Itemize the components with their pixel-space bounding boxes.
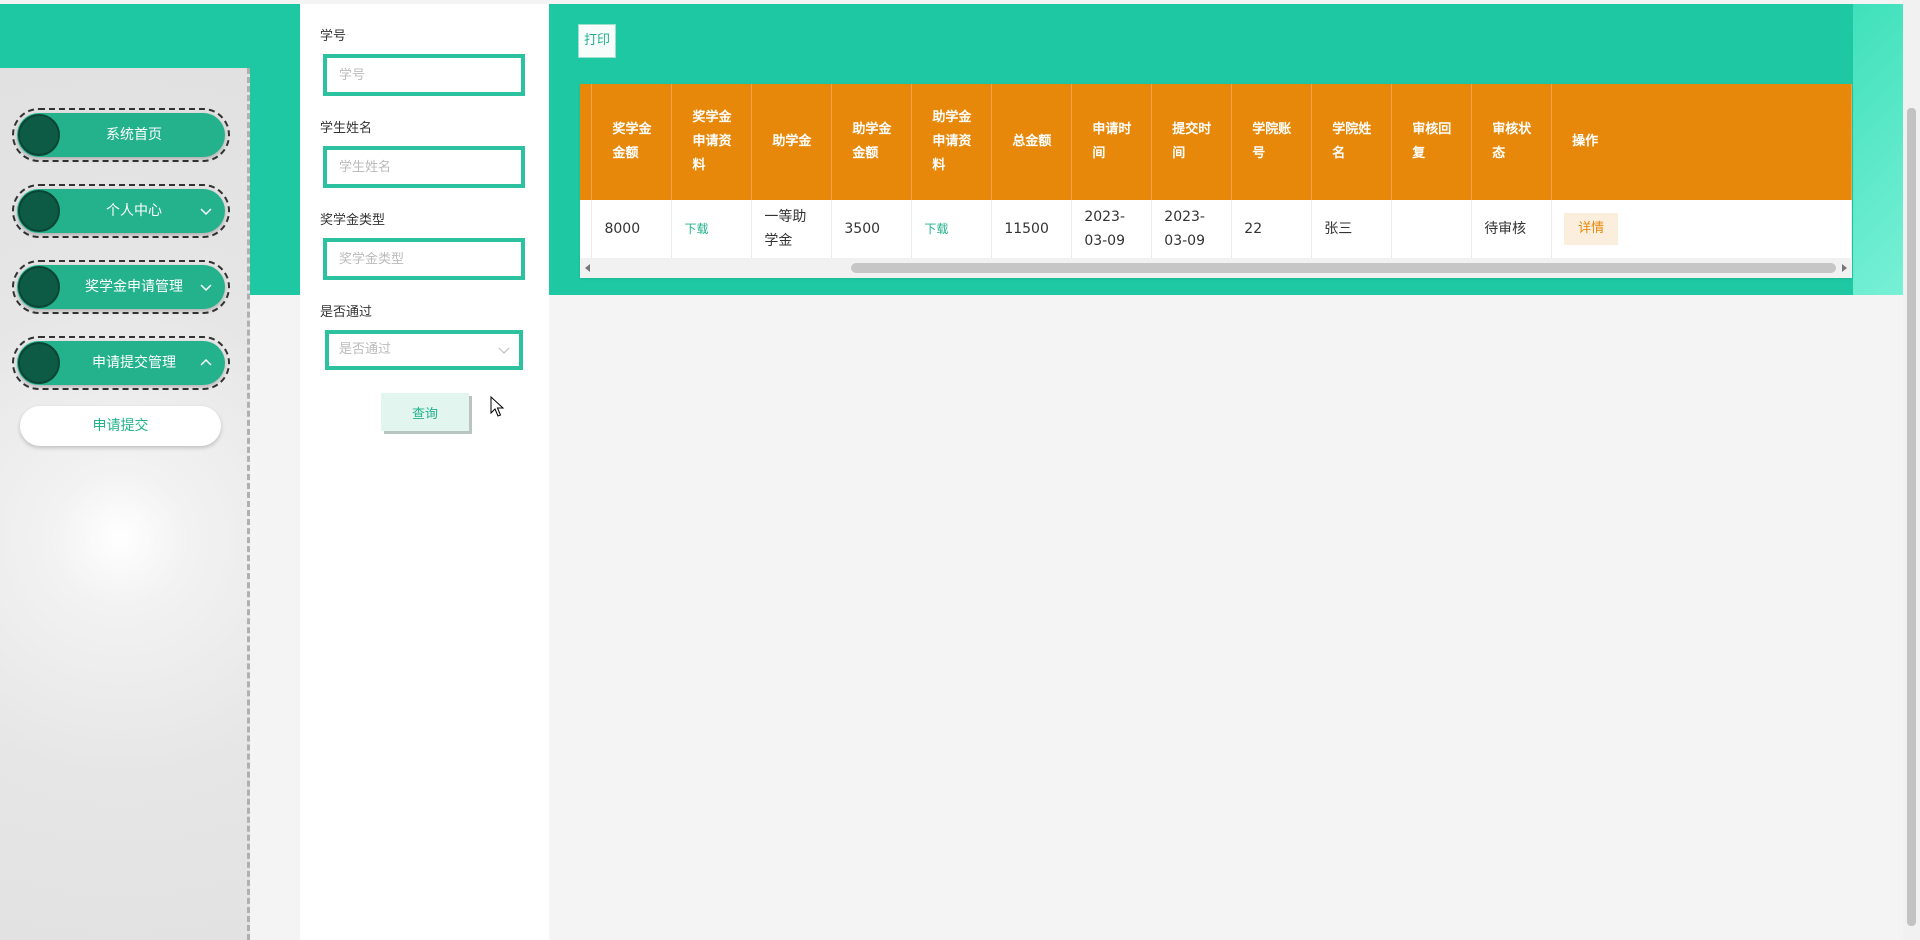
sidebar: 系统首页 个人中心 奖学金申请管理 申请提交管理 申请提交 — [0, 68, 250, 940]
sidebar-item-personal-center[interactable]: 个人中心 — [12, 184, 230, 238]
passed-select-placeholder: 是否通过 — [339, 342, 392, 357]
scroll-right-icon[interactable] — [1842, 264, 1847, 272]
header-submit-time: 提交时间 — [1151, 84, 1233, 200]
table-row: 8000 下载 一等助学金 3500 下载 11500 2023-03-09 2… — [580, 200, 1852, 259]
header-grant: 助学金 — [751, 84, 833, 200]
header-account: 学院账号 — [1231, 84, 1313, 200]
sidebar-item-home[interactable]: 系统首页 — [12, 108, 230, 162]
header-reply: 审核回复 — [1391, 84, 1473, 200]
cell-submit-time: 2023-03-09 — [1151, 200, 1233, 259]
table-header-row: 奖学金金额 奖学金申请资料 助学金 助学金金额 助学金申请资料 总金额 申请时间… — [580, 84, 1852, 200]
header-status: 审核状态 — [1471, 84, 1553, 200]
menu-dot-icon — [18, 190, 60, 232]
student-name-label: 学生姓名 — [320, 121, 373, 136]
query-button[interactable]: 查询 — [381, 393, 469, 431]
student-no-input[interactable] — [323, 54, 525, 96]
cell-scholarship-file: 下载 — [671, 200, 753, 259]
page-vertical-scrollbar[interactable] — [1903, 0, 1920, 940]
scrollbar-thumb[interactable] — [1907, 108, 1916, 926]
scrollbar-thumb[interactable] — [851, 263, 1836, 273]
header-total: 总金额 — [991, 84, 1073, 200]
passed-select[interactable]: 是否通过 — [325, 330, 523, 370]
chevron-down-icon — [200, 284, 212, 292]
header-grant-file: 助学金申请资料 — [911, 84, 993, 200]
cell-status: 待审核 — [1471, 200, 1553, 259]
header-name: 学院姓名 — [1311, 84, 1393, 200]
sidebar-item-label: 奖学金申请管理 — [85, 279, 183, 295]
header-grant-amount: 助学金金额 — [831, 84, 913, 200]
data-table: 奖学金金额 奖学金申请资料 助学金 助学金金额 助学金申请资料 总金额 申请时间… — [580, 84, 1852, 278]
header-scholarship-file: 奖学金申请资料 — [671, 84, 753, 200]
chevron-down-icon — [498, 347, 510, 354]
cell-spacer — [580, 200, 593, 259]
table-horizontal-scrollbar[interactable] — [580, 258, 1852, 278]
sidebar-item-scholarship-management[interactable]: 奖学金申请管理 — [12, 260, 230, 314]
cell-grant: 一等助学金 — [751, 200, 833, 259]
cell-name: 张三 — [1311, 200, 1393, 259]
cell-reply — [1391, 200, 1473, 259]
menu-dot-icon — [18, 266, 60, 308]
scroll-left-icon[interactable] — [585, 264, 590, 272]
chevron-down-icon — [200, 208, 212, 216]
sidebar-item-label: 申请提交管理 — [92, 355, 176, 371]
submenu-item-submit-application[interactable]: 申请提交 — [20, 406, 221, 446]
cell-total: 11500 — [991, 200, 1073, 259]
sidebar-item-submission-management[interactable]: 申请提交管理 — [12, 336, 230, 390]
grant-file-download-link[interactable]: 下载 — [924, 222, 948, 236]
scholarship-type-input[interactable] — [323, 238, 525, 280]
cell-scholarship-amount: 8000 — [591, 200, 673, 259]
print-button[interactable]: 打印 — [578, 24, 616, 58]
menu-dot-icon — [18, 114, 60, 156]
chevron-up-icon — [200, 358, 212, 366]
scholarship-type-label: 奖学金类型 — [320, 213, 386, 228]
student-name-input[interactable] — [323, 146, 525, 188]
cell-apply-time: 2023-03-09 — [1071, 200, 1153, 259]
header-action: 操作 — [1551, 84, 1852, 200]
sidebar-item-label: 系统首页 — [106, 127, 162, 143]
cell-action: 详情 — [1551, 200, 1852, 259]
header-apply-time: 申请时间 — [1071, 84, 1153, 200]
scholarship-file-download-link[interactable]: 下载 — [684, 222, 708, 236]
passed-label: 是否通过 — [320, 305, 373, 320]
detail-button[interactable]: 详情 — [1564, 212, 1619, 245]
mouse-cursor-icon — [490, 396, 505, 417]
cell-account: 22 — [1231, 200, 1313, 259]
cell-grant-amount: 3500 — [831, 200, 913, 259]
sidebar-item-label: 个人中心 — [106, 203, 162, 219]
header-scholarship-amount: 奖学金金额 — [591, 84, 673, 200]
student-no-label: 学号 — [320, 29, 347, 44]
search-panel — [300, 4, 549, 940]
menu-dot-icon — [18, 342, 60, 384]
top-banner-accent — [1853, 4, 1903, 295]
cell-grant-file: 下载 — [911, 200, 993, 259]
header-spacer — [580, 84, 593, 200]
